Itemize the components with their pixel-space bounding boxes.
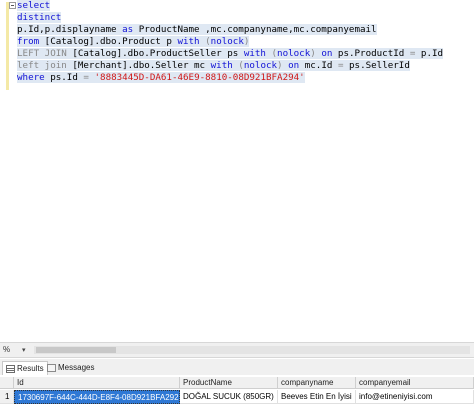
code-token: p.Id — [415, 48, 444, 59]
column-header-companyemail[interactable]: companyemail — [356, 377, 474, 389]
table-row[interactable]: 1 1730697F-644C-444D-E8F4-08D921BFA292 D… — [0, 390, 474, 404]
cell-id[interactable]: 1730697F-644C-444D-E8F4-08D921BFA292 — [14, 390, 180, 404]
code-line[interactable]: distinct — [17, 12, 443, 24]
tab-results[interactable]: Results — [2, 361, 48, 375]
code-token: with — [243, 48, 266, 59]
messages-icon — [47, 363, 56, 372]
code-token: '8883445D-DA61-46E9-8810-08D921BFA294' — [94, 72, 305, 83]
tab-messages[interactable]: Messages — [44, 361, 97, 374]
code-token: mc.Id — [299, 60, 338, 71]
results-tab-bar: Results Messages — [0, 359, 474, 375]
code-token: ) — [243, 36, 250, 47]
editor-status-strip: % ▾ — [0, 342, 474, 358]
cell-productname[interactable]: DOĞAL SUCUK (850GR) — [180, 390, 278, 404]
column-header-id[interactable]: Id — [14, 377, 180, 389]
code-token: ) — [277, 60, 289, 71]
column-header-companyname[interactable]: companyname — [278, 377, 356, 389]
code-token: ) — [310, 48, 322, 59]
code-token: ps.Id — [44, 72, 84, 83]
cell-companyname[interactable]: Beeves Etin En İyisi — [278, 390, 356, 404]
column-header-productname[interactable]: ProductName — [180, 377, 278, 389]
row-number[interactable]: 1 — [0, 390, 14, 404]
code-token: ProductName ,mc.companyname,mc.companyem… — [133, 24, 377, 35]
code-token: ps.ProductId — [332, 48, 410, 59]
code-token: where — [17, 72, 45, 83]
code-token: nolock — [210, 36, 244, 47]
code-line[interactable]: where ps.Id = '8883445D-DA61-46E9-8810-0… — [17, 72, 443, 84]
scrollbar-thumb[interactable] — [36, 347, 116, 353]
code-token: ( — [199, 36, 211, 47]
code-line[interactable]: from [Catalog].dbo.Product p with (noloc… — [17, 36, 443, 48]
code-token: from — [17, 36, 40, 47]
horizontal-scrollbar[interactable] — [34, 346, 470, 354]
code-token: p.Id,p.displayname — [17, 24, 123, 35]
code-token: [Catalog].dbo.Product p — [39, 36, 178, 47]
collapse-icon[interactable] — [9, 2, 16, 9]
code-token: with — [210, 60, 233, 71]
code-token: on — [288, 60, 300, 71]
code-token: [Merchant].dbo.Seller mc — [66, 60, 211, 71]
tab-messages-label: Messages — [58, 363, 95, 372]
code-token: as — [122, 24, 134, 35]
row-header-corner[interactable] — [0, 377, 14, 389]
code-token: distinct — [17, 12, 62, 23]
code-token: ( — [232, 60, 244, 71]
results-grid[interactable]: Id ProductName companyname companyemail … — [0, 375, 474, 413]
grid-header-row: Id ProductName companyname companyemail — [0, 377, 474, 389]
code-token: [Catalog].dbo.ProductSeller ps — [66, 48, 244, 59]
code-line[interactable]: LEFT JOIN [Catalog].dbo.ProductSeller ps… — [17, 48, 444, 60]
code-token: ( — [265, 48, 278, 59]
tab-results-label: Results — [17, 364, 44, 373]
zoom-level[interactable]: % — [3, 345, 10, 354]
change-indicator-bar — [6, 2, 9, 90]
code-line[interactable]: left join [Merchant].dbo.Seller mc with … — [17, 60, 443, 72]
code-token: select — [17, 0, 51, 11]
grid-icon — [6, 364, 15, 373]
code-line[interactable]: p.Id,p.displayname as ProductName ,mc.co… — [17, 24, 443, 36]
chevron-down-icon[interactable]: ▾ — [22, 346, 26, 354]
code-token: with — [177, 36, 200, 47]
code-token: nolock — [243, 60, 278, 71]
sql-code[interactable]: select distinct p.Id,p.displayname as Prod… — [17, 0, 444, 84]
code-token: nolock — [277, 48, 311, 59]
code-token: ps.SellerId — [343, 60, 410, 71]
code-token: left join — [17, 60, 67, 71]
cell-companyemail[interactable]: info@etineniyisi.com — [356, 390, 474, 404]
code-token: on — [321, 48, 333, 59]
code-line[interactable]: select — [17, 0, 443, 12]
query-editor[interactable]: select distinct p.Id,p.displayname as Prod… — [0, 0, 474, 342]
code-token: LEFT JOIN — [17, 48, 67, 59]
